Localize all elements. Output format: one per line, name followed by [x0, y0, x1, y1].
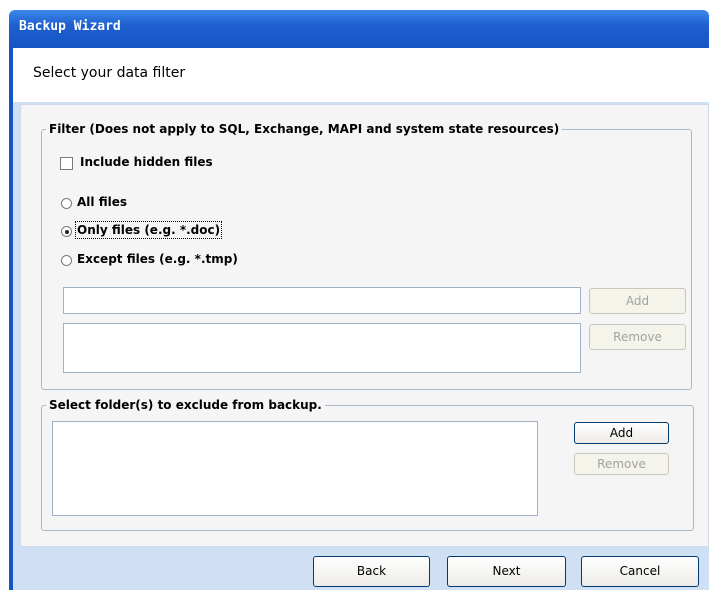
all-files-radio[interactable]: [61, 198, 72, 209]
cancel-button[interactable]: Cancel: [581, 556, 699, 587]
include-hidden-label[interactable]: Include hidden files: [80, 155, 213, 169]
only-files-label[interactable]: Only files (e.g. *.doc): [74, 221, 223, 239]
file-pattern-list[interactable]: [63, 323, 581, 373]
page-title: Select your data filter: [33, 65, 186, 81]
wizard-footer: Back Next Cancel: [13, 550, 709, 590]
content-panel: Filter (Does not apply to SQL, Exchange,…: [20, 104, 709, 547]
file-pattern-input[interactable]: [63, 287, 581, 314]
filter-add-button[interactable]: Add: [589, 288, 686, 314]
except-files-radio[interactable]: [61, 255, 72, 266]
exclude-remove-button[interactable]: Remove: [574, 453, 669, 475]
back-button[interactable]: Back: [313, 556, 430, 587]
excluded-folders-list[interactable]: [52, 421, 538, 516]
filter-group-legend: Filter (Does not apply to SQL, Exchange,…: [46, 122, 563, 136]
only-files-radio[interactable]: [61, 226, 72, 237]
window-title: Backup Wizard: [19, 19, 121, 34]
wizard-header: Select your data filter: [13, 48, 709, 102]
next-button[interactable]: Next: [447, 556, 566, 587]
include-hidden-checkbox[interactable]: [60, 157, 73, 170]
filter-remove-button[interactable]: Remove: [589, 324, 686, 350]
exclude-add-button[interactable]: Add: [574, 422, 669, 444]
exclude-folders-group: Select folder(s) to exclude from backup.…: [41, 398, 694, 531]
all-files-label[interactable]: All files: [77, 195, 127, 209]
title-bar[interactable]: Backup Wizard: [9, 10, 709, 48]
except-files-label[interactable]: Except files (e.g. *.tmp): [77, 252, 238, 266]
exclude-group-legend: Select folder(s) to exclude from backup.: [46, 398, 325, 412]
filter-group: Filter (Does not apply to SQL, Exchange,…: [41, 122, 692, 390]
